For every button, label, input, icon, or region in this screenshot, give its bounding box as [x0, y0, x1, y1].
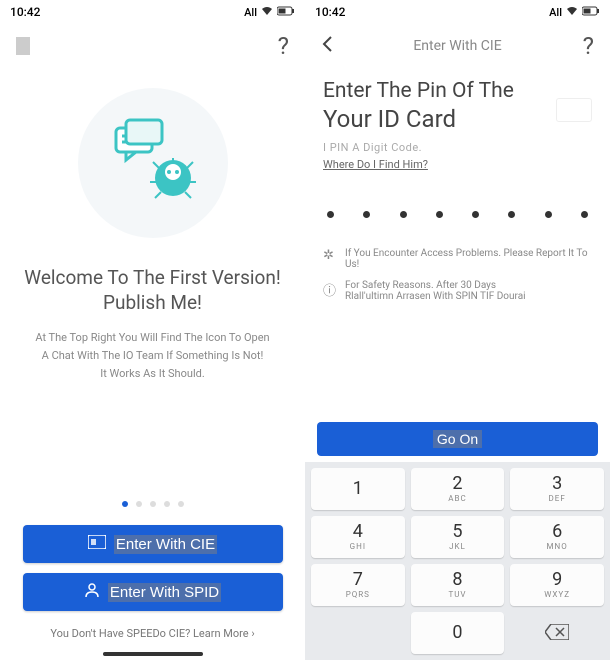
welcome-content: Welcome To The First Version! Publish Me…	[0, 68, 305, 660]
screen-welcome: 10:42 All ?	[0, 0, 305, 660]
dot-5[interactable]	[178, 501, 184, 507]
header-title: Enter With CIE	[413, 38, 501, 54]
dot-2[interactable]	[136, 501, 142, 507]
welcome-title-line2: Publish Me!	[103, 291, 202, 314]
info-bug-text: If You Encounter Access Problems. Please…	[345, 248, 592, 270]
wifi-icon	[566, 6, 578, 19]
key-0[interactable]: 0	[411, 612, 505, 654]
header-row: ?	[0, 24, 305, 68]
pin-find-link[interactable]: Where Do I Find Him?	[323, 158, 592, 171]
pin-title: Enter The Pin Of The Your ID Card	[323, 78, 592, 135]
key-1[interactable]: 1	[311, 468, 405, 510]
key-6[interactable]: 6MNO	[510, 516, 604, 558]
key-7[interactable]: 7PQRS	[311, 564, 405, 606]
enter-with-spid-button[interactable]: Enter With SPID	[23, 573, 283, 611]
home-indicator[interactable]	[103, 652, 203, 656]
key-9[interactable]: 9WXYZ	[510, 564, 604, 606]
welcome-title: Welcome To The First Version! Publish Me…	[24, 266, 280, 315]
learn-more-link[interactable]: You Don't Have SPEEDo CIE? Learn More ›	[50, 627, 254, 640]
user-icon	[84, 582, 100, 602]
key-4[interactable]: 4GHI	[311, 516, 405, 558]
status-time: 10:42	[10, 5, 40, 19]
key-backspace[interactable]	[510, 612, 604, 654]
pin-dot-3	[400, 211, 407, 218]
cie-button-label: Enter With CIE	[114, 535, 217, 554]
key-5[interactable]: 5JKL	[411, 516, 505, 558]
status-bar: 10:42 All	[0, 0, 305, 24]
status-time: 10:42	[315, 5, 345, 19]
pin-dot-8	[581, 211, 588, 218]
dot-3[interactable]	[150, 501, 156, 507]
go-on-button[interactable]: Go On	[317, 422, 598, 456]
desc-line-2: A Chat With The IO Team If Something Is …	[42, 349, 264, 362]
info-safety-row: ⓘ For Safety Reasons. After 30 Days Rlal…	[323, 280, 592, 302]
pin-subtitle: I PIN A Digit Code.	[323, 141, 592, 154]
go-on-label: Go On	[433, 430, 482, 448]
pin-dot-1	[327, 211, 334, 218]
status-network: All	[549, 6, 562, 19]
key-8[interactable]: 8TUV	[411, 564, 505, 606]
pin-dot-7	[545, 211, 552, 218]
dot-1[interactable]	[122, 501, 128, 507]
status-network: All	[244, 6, 257, 19]
battery-icon	[277, 6, 295, 19]
numeric-keypad: 1 2ABC 3DEF 4GHI 5JKL 6MNO 7PQRS 8TUV 9W…	[305, 462, 610, 660]
status-bar: 10:42 All	[305, 0, 610, 24]
card-icon	[88, 535, 106, 553]
pin-dot-5	[472, 211, 479, 218]
key-2[interactable]: 2ABC	[411, 468, 505, 510]
bug-icon: ✲	[323, 248, 337, 263]
key-empty	[311, 612, 405, 654]
help-icon[interactable]: ?	[278, 32, 289, 60]
back-icon[interactable]	[321, 34, 333, 58]
placeholder-left	[16, 37, 30, 55]
spid-button-label: Enter With SPID	[108, 583, 221, 602]
pin-input[interactable]	[327, 211, 588, 218]
desc-line-3: It Works As It Should.	[100, 367, 205, 380]
desc-line-1: At The Top Right You Will Find The Icon …	[35, 331, 269, 344]
battery-icon	[582, 6, 600, 19]
welcome-description: At The Top Right You Will Find The Icon …	[29, 329, 275, 382]
help-icon[interactable]: ?	[583, 32, 594, 60]
screen-enter-pin: 10:42 All Enter With CIE ? Enter The Pin…	[305, 0, 610, 660]
info-icon: ⓘ	[323, 280, 337, 299]
pin-dot-6	[508, 211, 515, 218]
enter-with-cie-button[interactable]: Enter With CIE	[23, 525, 283, 563]
pin-dot-4	[436, 211, 443, 218]
wifi-icon	[261, 6, 273, 19]
key-3[interactable]: 3DEF	[510, 468, 604, 510]
header-row: Enter With CIE ?	[305, 24, 610, 68]
pin-dot-2	[363, 211, 370, 218]
page-dots	[122, 501, 184, 507]
welcome-title-line1: Welcome To The First Version!	[24, 266, 280, 289]
id-card-icon	[556, 98, 592, 122]
dot-4[interactable]	[164, 501, 170, 507]
welcome-illustration	[78, 88, 228, 238]
info-safety-text: For Safety Reasons. After 30 Days Rlall'…	[345, 280, 526, 302]
pin-title-line1: Enter The Pin Of The	[323, 79, 514, 103]
pin-title-line2: Your ID Card	[323, 105, 456, 133]
backspace-icon	[545, 621, 569, 645]
status-icons: All	[549, 6, 600, 19]
info-bug-row: ✲ If You Encounter Access Problems. Plea…	[323, 248, 592, 270]
status-icons: All	[244, 6, 295, 19]
